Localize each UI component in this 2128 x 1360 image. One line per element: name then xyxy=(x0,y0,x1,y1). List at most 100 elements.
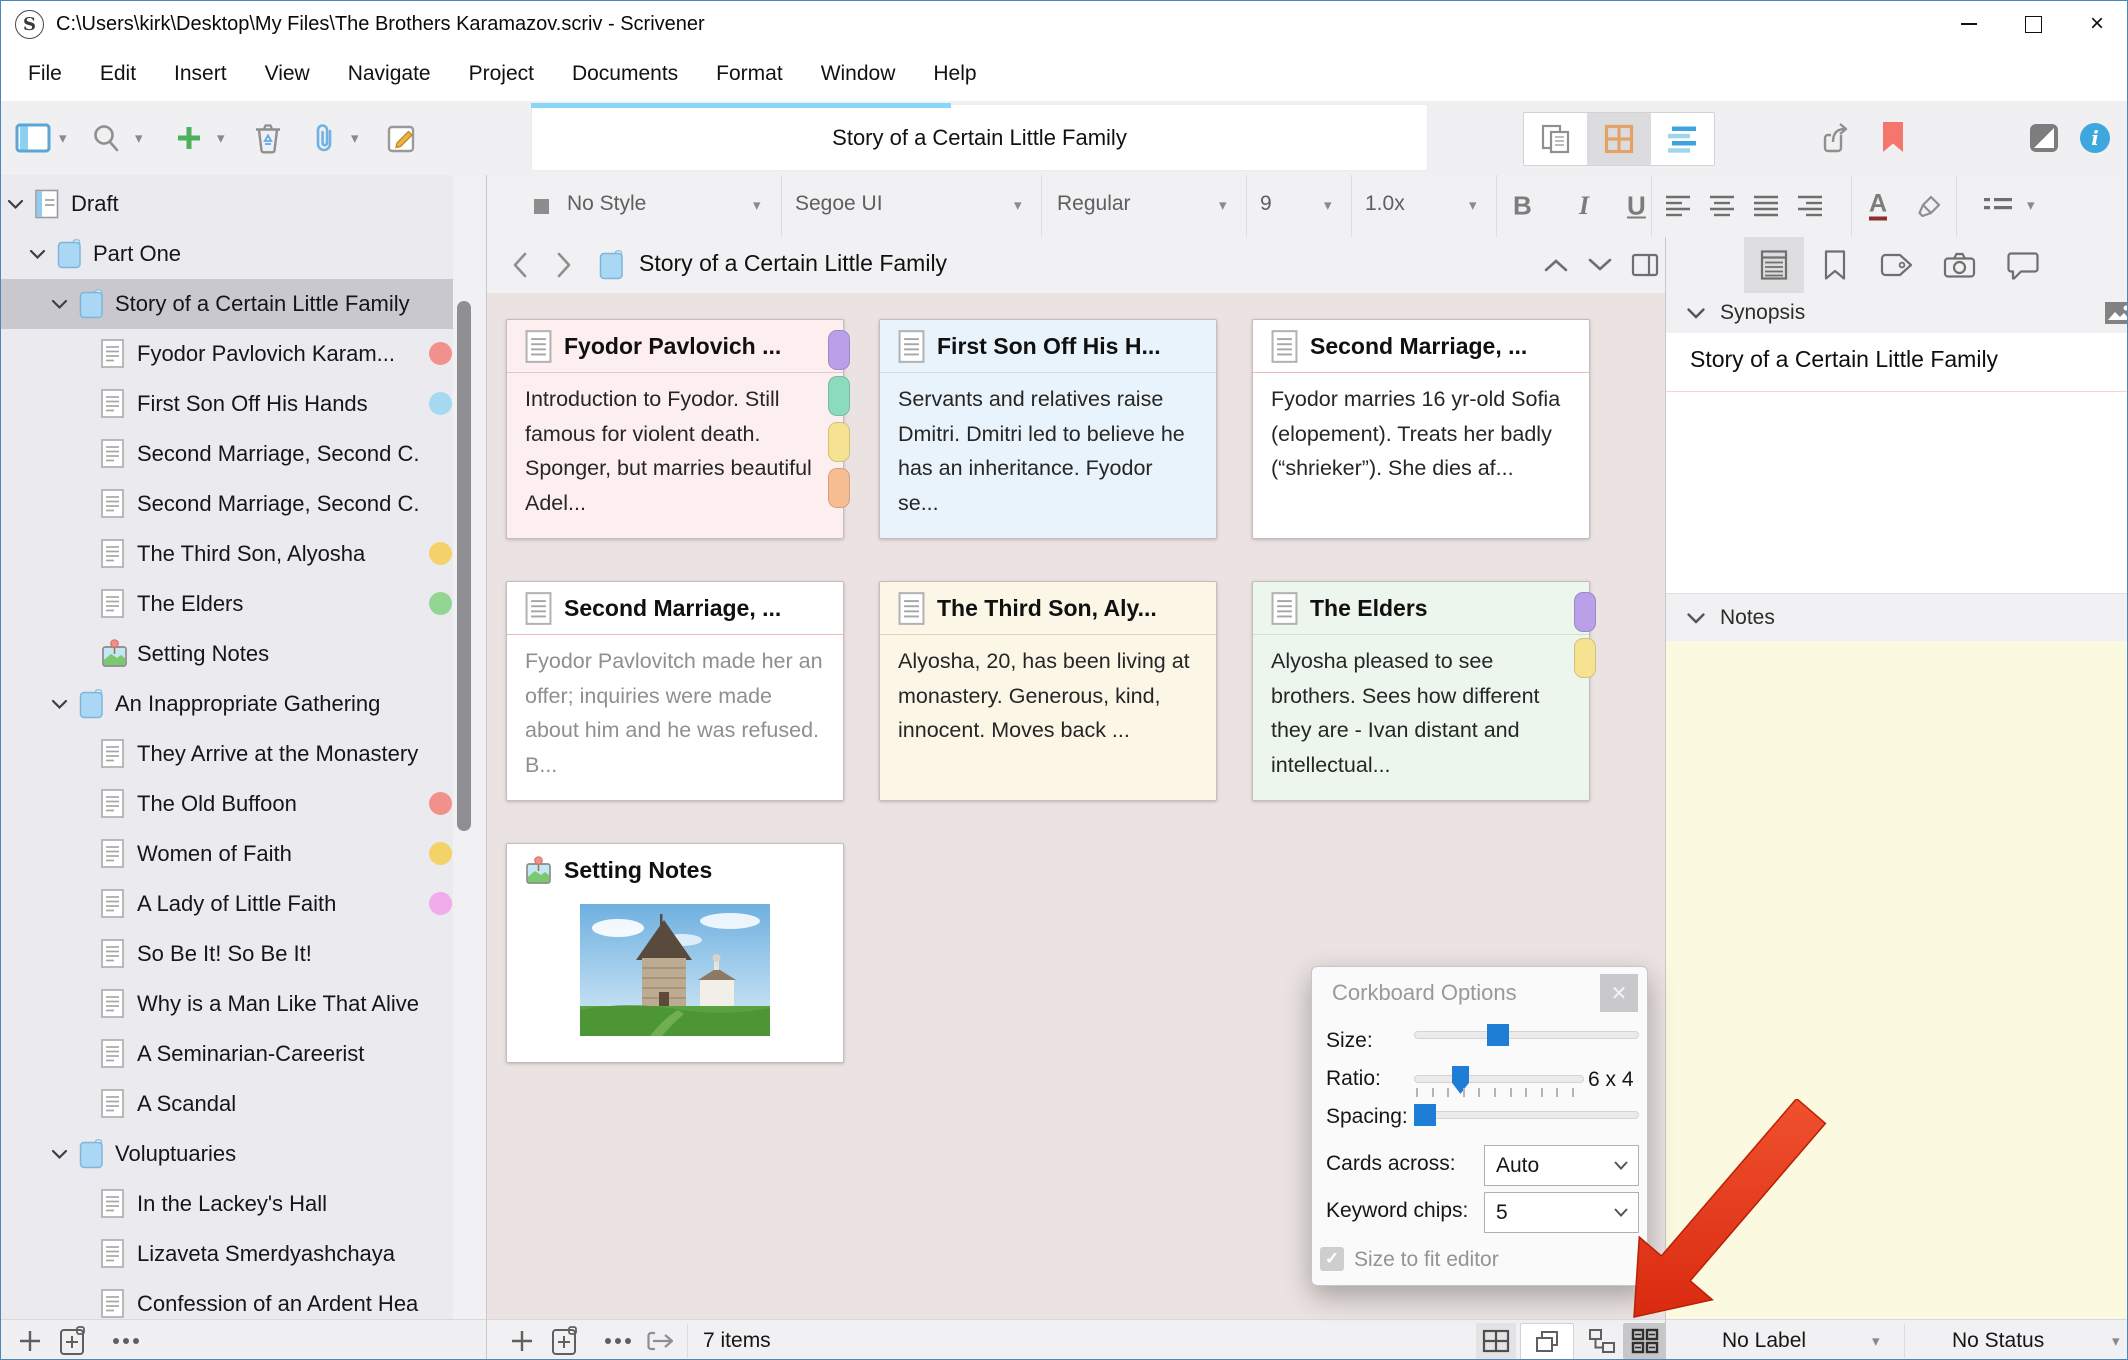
chevron-down-icon[interactable] xyxy=(51,299,68,310)
search-caret[interactable]: ▾ xyxy=(135,129,143,147)
synopsis-body[interactable]: Story of a Certain Little Family xyxy=(1666,333,2128,593)
add-document-icon[interactable] xyxy=(551,1326,579,1356)
add-document-icon[interactable] xyxy=(59,1326,87,1356)
index-card[interactable]: The EldersAlyosha pleased to see brother… xyxy=(1252,581,1590,801)
chevron-down-icon[interactable] xyxy=(29,249,46,260)
menu-format[interactable]: Format xyxy=(697,47,802,101)
menu-view[interactable]: View xyxy=(246,47,329,101)
size-slider[interactable] xyxy=(1414,1031,1639,1039)
trash-icon[interactable] xyxy=(253,122,283,154)
underline-button[interactable]: U xyxy=(1627,191,1646,222)
style-dropdown[interactable]: No Style xyxy=(567,192,646,216)
binder-item[interactable]: A Scandal xyxy=(1,1079,453,1129)
binder-item[interactable]: They Arrive at the Monastery xyxy=(1,729,453,779)
index-card[interactable]: Second Marriage, ...Fyodor marries 16 yr… xyxy=(1252,319,1590,539)
binder-item[interactable]: Draft xyxy=(1,179,453,229)
binder-panel-icon[interactable] xyxy=(15,123,51,153)
back-icon[interactable] xyxy=(511,251,529,279)
previous-document-icon[interactable] xyxy=(1543,257,1569,273)
binder-item[interactable]: So Be It! So Be It! xyxy=(1,929,453,979)
index-card[interactable]: Fyodor Pavlovich ...Introduction to Fyod… xyxy=(506,319,844,539)
menu-file[interactable]: File xyxy=(9,47,81,101)
binder-item[interactable]: First Son Off His Hands xyxy=(1,379,453,429)
add-icon[interactable] xyxy=(509,1328,535,1354)
corkboard-view-button[interactable] xyxy=(1587,113,1650,165)
menu-project[interactable]: Project xyxy=(450,47,553,101)
binder-item[interactable]: An Inappropriate Gathering xyxy=(1,679,453,729)
binder-item[interactable]: Second Marriage, Second C... xyxy=(1,479,453,529)
binder-item[interactable]: The Elders xyxy=(1,579,453,629)
binder-item[interactable]: Women of Faith xyxy=(1,829,453,879)
menu-navigate[interactable]: Navigate xyxy=(329,47,450,101)
add-icon[interactable] xyxy=(175,124,203,152)
font-variant-dropdown[interactable]: Regular xyxy=(1057,192,1131,216)
compose-icon[interactable] xyxy=(387,123,417,153)
synopsis-image-icon[interactable] xyxy=(2104,301,2128,325)
maximize-button[interactable] xyxy=(2001,1,2065,47)
bookmarks-tab-icon[interactable] xyxy=(1823,250,1847,281)
search-icon[interactable] xyxy=(91,123,121,153)
binder-panel-caret[interactable]: ▾ xyxy=(59,129,67,147)
collapse-icon[interactable] xyxy=(1686,307,1706,320)
minimize-button[interactable] xyxy=(1937,1,2001,47)
stack-view-button[interactable] xyxy=(1520,1323,1574,1360)
highlight-icon[interactable] xyxy=(1917,193,1943,219)
synopsis-header[interactable]: Synopsis xyxy=(1666,293,2128,334)
metadata-tab-icon[interactable] xyxy=(1879,252,1914,279)
size-slider-handle[interactable] xyxy=(1487,1024,1509,1046)
status-dropdown[interactable]: No Status ▾ xyxy=(1904,1320,2128,1360)
menu-window[interactable]: Window xyxy=(802,47,915,101)
paperclip-caret[interactable]: ▾ xyxy=(351,129,359,147)
menu-help[interactable]: Help xyxy=(914,47,995,101)
italic-button[interactable]: I xyxy=(1579,191,1589,221)
chevron-down-icon[interactable] xyxy=(7,199,24,210)
bookmark-icon[interactable] xyxy=(1881,122,1905,154)
binder-item[interactable]: Why is a Man Like That Alive? xyxy=(1,979,453,1029)
binder-item[interactable]: Confession of an Ardent Hea... xyxy=(1,1279,453,1319)
document-view-button[interactable] xyxy=(1524,113,1587,165)
index-card[interactable]: Setting Notes xyxy=(506,843,844,1063)
binder-item[interactable]: A Seminarian-Careerist xyxy=(1,1029,453,1079)
format-preset-swatch[interactable] xyxy=(534,199,549,214)
binder-item[interactable]: Lizaveta Smerdyashchaya xyxy=(1,1229,453,1279)
more-icon[interactable] xyxy=(111,1337,141,1345)
line-spacing-dropdown[interactable]: 1.0x xyxy=(1365,192,1405,216)
document-title-field[interactable]: Story of a Certain Little Family xyxy=(531,104,1428,171)
notes-header[interactable]: Notes xyxy=(1666,593,2128,643)
binder-item[interactable]: A Lady of Little Faith xyxy=(1,879,453,929)
spacing-slider-handle[interactable] xyxy=(1414,1104,1436,1126)
add-caret[interactable]: ▾ xyxy=(217,129,225,147)
binder-item[interactable]: Story of a Certain Little Family xyxy=(1,279,453,329)
align-right-icon[interactable] xyxy=(1797,195,1823,217)
add-icon[interactable] xyxy=(17,1328,43,1354)
info-icon[interactable]: i xyxy=(2079,122,2111,154)
binder-item[interactable]: Fyodor Pavlovich Karam... xyxy=(1,329,453,379)
font-dropdown[interactable]: Segoe UI xyxy=(795,192,883,216)
justify-icon[interactable] xyxy=(1753,195,1779,217)
split-view-icon[interactable] xyxy=(1631,253,1659,277)
align-left-icon[interactable] xyxy=(1665,195,1691,217)
notes-tab-icon[interactable] xyxy=(1759,249,1789,282)
close-button[interactable]: × xyxy=(2065,1,2128,47)
next-document-icon[interactable] xyxy=(1587,257,1613,273)
binder-scrollbar[interactable] xyxy=(453,175,486,1319)
binder-item[interactable]: The Third Son, Alyosha xyxy=(1,529,453,579)
grid-view-button[interactable] xyxy=(1476,1323,1516,1359)
popup-close-button[interactable]: ✕ xyxy=(1600,974,1638,1012)
menu-edit[interactable]: Edit xyxy=(81,47,155,101)
binder-item[interactable]: Part One xyxy=(1,229,453,279)
collapse-icon[interactable] xyxy=(1686,612,1706,625)
binder-item[interactable]: Second Marriage, Second C... xyxy=(1,429,453,479)
binder-item[interactable]: Voluptuaries xyxy=(1,1129,453,1179)
more-icon[interactable] xyxy=(603,1337,633,1345)
menu-documents[interactable]: Documents xyxy=(553,47,697,101)
ratio-slider[interactable] xyxy=(1414,1075,1584,1083)
chevron-down-icon[interactable] xyxy=(51,1149,68,1160)
forward-icon[interactable] xyxy=(555,251,573,279)
scrollbar-thumb[interactable] xyxy=(457,301,471,831)
index-card[interactable]: First Son Off His H...Servants and relat… xyxy=(879,319,1217,539)
paperclip-icon[interactable] xyxy=(311,122,337,154)
snapshots-tab-icon[interactable] xyxy=(1943,252,1976,279)
bold-button[interactable]: B xyxy=(1513,191,1532,222)
menu-insert[interactable]: Insert xyxy=(155,47,246,101)
